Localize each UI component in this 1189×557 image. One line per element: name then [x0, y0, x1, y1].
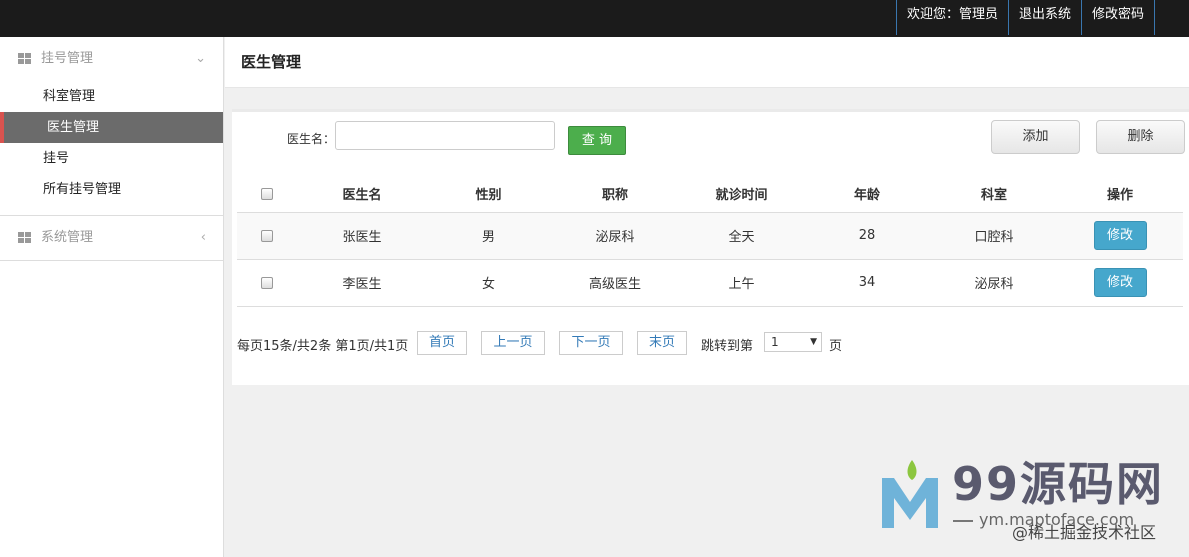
cell-action: 修改	[1057, 259, 1183, 307]
row-select-cell	[237, 259, 297, 307]
jump-label: 跳转到第	[701, 339, 754, 354]
watermark-community: @稀土掘金技术社区	[1012, 523, 1157, 542]
column-header: 就诊时间	[680, 176, 803, 213]
column-header: 职称	[550, 176, 680, 213]
prev-page-button[interactable]: 上一页	[481, 331, 545, 355]
doctor-name-input[interactable]	[335, 121, 555, 150]
edit-button[interactable]: 修改	[1093, 268, 1147, 297]
menu-group-label: 挂号管理	[41, 51, 94, 66]
column-header: 性别	[427, 176, 550, 213]
cell-gender: 男	[427, 212, 550, 260]
next-page-button[interactable]: 下一页	[559, 331, 623, 355]
cell-action: 修改	[1057, 212, 1183, 260]
sidebar-item-doctor[interactable]: 医生管理	[0, 112, 223, 143]
chevron-down-icon: ⌄	[195, 51, 206, 66]
column-header: 科室	[931, 176, 1057, 213]
content-panel: 医生名： 查 询 添加 删除 医生名 性别 职称 就诊时间 年龄 科室 操作 张…	[232, 109, 1189, 385]
row-select-cell	[237, 212, 297, 260]
cell-name: 张医生	[297, 212, 427, 260]
logout-link[interactable]: 退出系统	[1007, 0, 1082, 35]
welcome-text: 欢迎您：管理员	[895, 0, 1009, 35]
query-button[interactable]: 查 询	[568, 126, 626, 155]
cell-title: 泌尿科	[550, 212, 680, 260]
search-label: 医生名：	[287, 132, 336, 146]
cell-time: 上午	[680, 259, 803, 307]
menu-group-label: 系统管理	[41, 230, 94, 245]
divider	[953, 519, 973, 522]
table-row: 李医生 女 高级医生 上午 34 泌尿科 修改	[237, 259, 1183, 307]
cell-age: 34	[803, 259, 931, 307]
page-select-value: 1	[771, 335, 779, 349]
last-page-button[interactable]: 末页	[637, 331, 687, 355]
cell-name: 李医生	[297, 259, 427, 307]
sidebar-item-all-registrations[interactable]: 所有挂号管理	[0, 174, 223, 205]
cell-gender: 女	[427, 259, 550, 307]
doctor-table: 医生名 性别 职称 就诊时间 年龄 科室 操作 张医生 男 泌尿科 全天 28 …	[237, 176, 1183, 307]
cell-title: 高级医生	[550, 259, 680, 307]
cell-time: 全天	[680, 212, 803, 260]
top-bar: 欢迎您：管理员 退出系统 修改密码	[0, 0, 1189, 37]
delete-button[interactable]: 删除	[1096, 120, 1185, 154]
top-nav: 欢迎您：管理员 退出系统 修改密码	[895, 0, 1155, 35]
column-header: 年龄	[803, 176, 931, 213]
row-checkbox[interactable]	[261, 276, 273, 289]
change-password-link[interactable]: 修改密码	[1080, 0, 1155, 35]
page-header: 医生管理	[225, 37, 1189, 88]
caret-down-icon: ▼	[810, 337, 817, 347]
menu-group-system[interactable]: 系统管理 ‹	[0, 216, 223, 260]
page-suffix: 页	[829, 339, 843, 354]
grid-icon	[18, 232, 32, 244]
watermark-brand: 99源码网	[952, 457, 1165, 511]
table-header-row: 医生名 性别 职称 就诊时间 年龄 科室 操作	[237, 176, 1183, 213]
sidebar: 挂号管理 ⌄ 科室管理 医生管理 挂号 所有挂号管理 系统管理 ‹	[0, 37, 224, 557]
cell-dept: 泌尿科	[931, 259, 1057, 307]
table-row: 张医生 男 泌尿科 全天 28 口腔科 修改	[237, 212, 1183, 260]
first-page-button[interactable]: 首页	[417, 331, 467, 355]
row-checkbox[interactable]	[261, 229, 273, 242]
edit-button[interactable]: 修改	[1093, 221, 1147, 250]
divider	[0, 260, 223, 261]
pagination-info: 每页15条/共2条 第1页/共1页	[237, 339, 409, 354]
page-select[interactable]: 1 ▼	[764, 332, 822, 352]
sidebar-item-register[interactable]: 挂号	[0, 143, 223, 174]
column-header: 操作	[1057, 176, 1183, 213]
sidebar-item-department[interactable]: 科室管理	[0, 81, 223, 112]
cell-dept: 口腔科	[931, 212, 1057, 260]
add-button[interactable]: 添加	[991, 120, 1080, 154]
chevron-left-icon: ‹	[200, 230, 206, 245]
page-title: 医生管理	[241, 53, 302, 71]
column-header: 医生名	[297, 176, 427, 213]
menu-group-registration[interactable]: 挂号管理 ⌄	[0, 37, 223, 81]
select-all-cell	[237, 176, 297, 213]
cell-age: 28	[803, 212, 931, 260]
select-all-checkbox[interactable]	[261, 187, 273, 200]
grid-icon	[18, 53, 32, 65]
watermark-logo-icon	[882, 460, 938, 528]
